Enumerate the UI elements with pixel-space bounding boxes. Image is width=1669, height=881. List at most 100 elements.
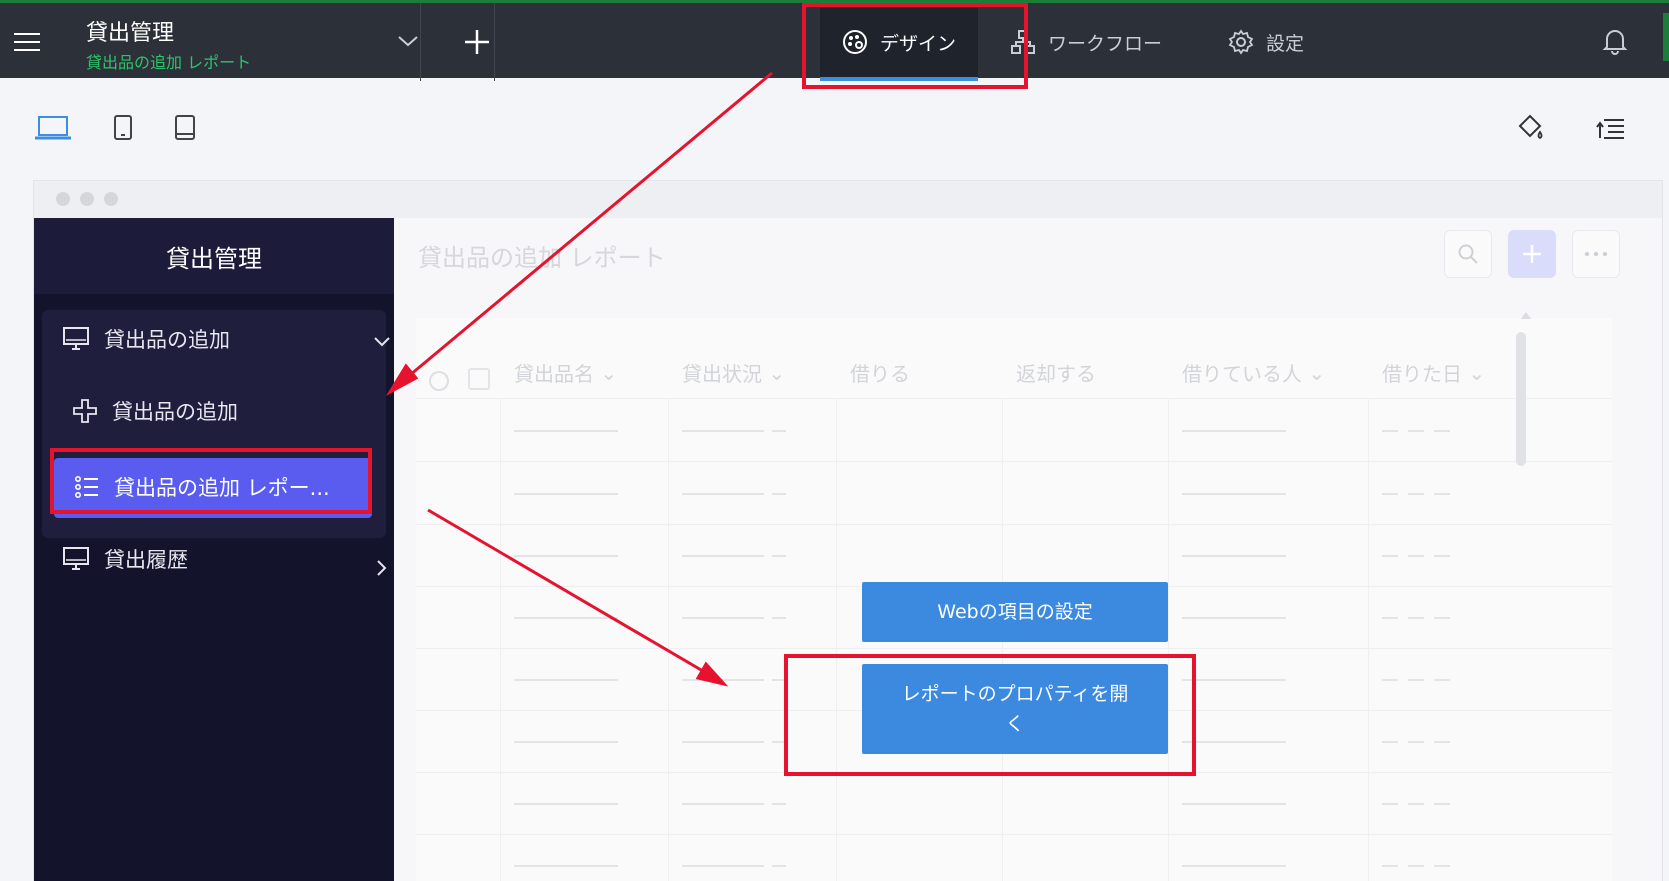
eye-icon [429, 371, 449, 391]
app-title: 貸出管理 [86, 21, 175, 46]
column-header[interactable]: 貸出品名 ⌄ [514, 358, 617, 387]
placeholder-dash [1434, 555, 1450, 557]
column-label: 借りている人 [1182, 362, 1302, 386]
placeholder-dash [514, 741, 618, 743]
column-header[interactable]: 借りている人 ⌄ [1182, 358, 1325, 387]
mobile-icon[interactable] [174, 114, 196, 142]
monitor-icon [63, 547, 89, 570]
placeholder-dash [1382, 741, 1398, 743]
placeholder-dash [1382, 493, 1398, 495]
placeholder-dash [1382, 617, 1398, 619]
placeholder-dash [1182, 555, 1286, 557]
placeholder-dash [1408, 617, 1424, 619]
sidebar-group-add[interactable]: 貸出品の追加 [62, 324, 230, 354]
placeholder-dash [1182, 865, 1286, 867]
placeholder-dash [1408, 430, 1424, 432]
placeholder-dash [772, 430, 786, 432]
tablet-icon[interactable] [112, 114, 134, 142]
chevron-down-icon[interactable] [396, 29, 420, 53]
select-all-checkbox[interactable] [468, 368, 490, 390]
window-dots [56, 192, 118, 206]
column-header: 返却する [1016, 358, 1096, 387]
placeholder-dash [1382, 555, 1398, 557]
column-header[interactable]: 貸出状況 ⌄ [682, 358, 785, 387]
placeholder-dash [1434, 430, 1450, 432]
report-title: 貸出品の追加 レポート [418, 244, 666, 272]
sidebar: 貸出管理 貸出品の追加 貸出品の追加 貸出品の追加 レポー... 貸出履歴 [34, 218, 394, 881]
layout-icon[interactable] [1596, 114, 1626, 144]
plus-icon [73, 399, 97, 423]
placeholder-dash [1408, 865, 1424, 867]
button-label: Webの項目の設定 [937, 601, 1093, 623]
placeholder-dash [1182, 679, 1286, 681]
sidebar-group-label: 貸出品の追加 [104, 328, 230, 352]
column-label: 借りた日 [1382, 362, 1462, 386]
column-header[interactable]: 借りた日 ⌄ [1382, 358, 1485, 387]
menu-icon[interactable] [14, 33, 40, 51]
column-label: 返却する [1016, 362, 1096, 386]
search-button[interactable] [1444, 230, 1492, 278]
placeholder-dash [1182, 741, 1286, 743]
placeholder-dash [772, 555, 786, 557]
bell-icon[interactable] [1602, 27, 1628, 55]
annotation-box-design-tab [802, 3, 1028, 89]
placeholder-dash [1434, 679, 1450, 681]
scroll-up-icon[interactable] [1520, 310, 1532, 320]
sidebar-group-history[interactable]: 貸出履歴 [62, 544, 188, 574]
column-label: 貸出状況 [682, 362, 762, 386]
paint-bucket-icon[interactable] [1516, 114, 1546, 144]
column-label: 借りる [850, 362, 910, 386]
divider [494, 3, 495, 81]
placeholder-dash [514, 493, 618, 495]
placeholder-dash [1408, 803, 1424, 805]
chevron-right-icon[interactable] [372, 558, 392, 578]
placeholder-dash [772, 617, 786, 619]
annotation-box-sidebar-item [50, 448, 372, 514]
placeholder-dash [514, 865, 618, 867]
more-icon [1584, 251, 1608, 257]
placeholder-dash [1434, 617, 1450, 619]
placeholder-dash [1382, 679, 1398, 681]
placeholder-dash [1182, 617, 1286, 619]
placeholder-dash [682, 803, 764, 805]
placeholder-dash [682, 555, 764, 557]
add-record-button[interactable] [1508, 230, 1556, 278]
placeholder-dash [1434, 865, 1450, 867]
scrollbar-thumb[interactable] [1516, 332, 1526, 466]
placeholder-dash [1382, 803, 1398, 805]
column-header: 借りる [850, 358, 910, 387]
gear-icon [1228, 29, 1254, 55]
placeholder-dash [772, 865, 786, 867]
report-content: 貸出品の追加 レポート 貸出品名 ⌄ 貸出状況 ⌄ 借りる 返却する 借りている… [394, 218, 1662, 881]
placeholder-dash [514, 679, 618, 681]
placeholder-dash [1434, 741, 1450, 743]
sidebar-item-add[interactable]: 貸出品の追加 [72, 396, 238, 426]
placeholder-dash [682, 741, 764, 743]
divider [420, 3, 421, 81]
edge-marker [1663, 13, 1669, 61]
placeholder-dash [772, 493, 786, 495]
tab-label: 設定 [1266, 32, 1305, 55]
tab-settings[interactable]: 設定 [1228, 3, 1304, 81]
placeholder-dash [1408, 679, 1424, 681]
desktop-icon[interactable] [34, 114, 72, 142]
web-item-settings-button[interactable]: Webの項目の設定 [862, 582, 1168, 642]
placeholder-dash [682, 493, 764, 495]
placeholder-dash [1434, 493, 1450, 495]
placeholder-dash [1434, 803, 1450, 805]
placeholder-dash [514, 803, 618, 805]
monitor-icon [63, 327, 89, 350]
placeholder-dash [514, 617, 618, 619]
placeholder-dash [1408, 493, 1424, 495]
placeholder-dash [1182, 493, 1286, 495]
more-button[interactable] [1572, 230, 1620, 278]
app-subtitle: 貸出品の追加 レポート [86, 53, 252, 72]
placeholder-dash [514, 430, 618, 432]
placeholder-dash [514, 555, 618, 557]
placeholder-dash [1408, 741, 1424, 743]
placeholder-dash [682, 617, 764, 619]
chevron-down-icon[interactable] [372, 332, 392, 352]
add-icon[interactable] [462, 27, 492, 57]
tab-workflow[interactable]: ワークフロー [1010, 3, 1162, 81]
annotation-box-properties-button [784, 654, 1196, 776]
